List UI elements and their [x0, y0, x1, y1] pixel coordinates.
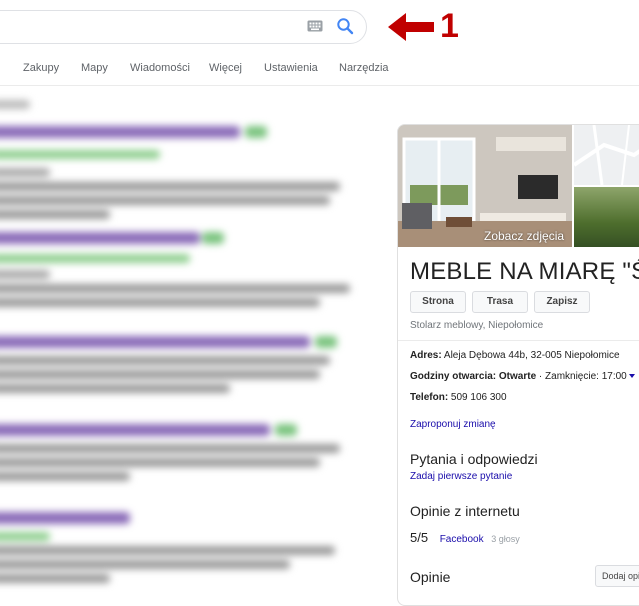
suggest-edit-link[interactable]: Zaproponuj zmianę [410, 419, 496, 430]
hours-close[interactable]: · Zamknięcie: 17:00 [536, 371, 627, 382]
blurred-search-results [0, 92, 375, 592]
hours-label: Godziny otwarcia: [410, 371, 497, 382]
ask-question-link[interactable]: Zadaj pierwsze pytanie [410, 471, 512, 482]
phone-label: Telefon: [410, 392, 449, 403]
tab-mapy[interactable]: Mapy [81, 62, 108, 74]
web-reviews-heading: Opinie z internetu [410, 503, 520, 519]
tab-ustawienia[interactable]: Ustawienia [264, 62, 318, 74]
tabs-divider [0, 85, 639, 86]
hours-row: Godziny otwarcia: Otwarte · Zamknięcie: … [410, 371, 635, 382]
tab-zakupy[interactable]: Zakupy [23, 62, 59, 74]
map-illustration [572, 125, 639, 186]
divider [398, 340, 639, 341]
knowledge-panel: Zobacz zdjęcia MEBLE NA MIARĘ "ŚL Strona… [397, 124, 639, 606]
address-value[interactable]: Aleja Dębowa 44b, 32-005 Niepołomice [442, 350, 620, 361]
facebook-link[interactable]: Facebook [440, 534, 484, 545]
save-button[interactable]: Zapisz [534, 291, 590, 313]
tab-wiadomosci[interactable]: Wiadomości [130, 62, 190, 74]
business-title: MEBLE NA MIARĘ "ŚL [410, 258, 639, 285]
chevron-down-icon[interactable] [628, 374, 635, 379]
add-review-button[interactable]: Dodaj opi [595, 565, 639, 587]
reviews-heading: Opinie [410, 569, 451, 585]
tab-narzedzia[interactable]: Narzędzia [339, 62, 389, 74]
web-rating: 5/5 [410, 530, 429, 545]
directions-button[interactable]: Trasa [472, 291, 528, 313]
keyboard-icon[interactable] [307, 20, 323, 32]
business-category: Stolarz meblowy, Niepołomice [410, 320, 544, 331]
see-photos-label[interactable]: Zobacz zdjęcia [484, 229, 564, 243]
phone-row: Telefon: 509 106 300 [410, 392, 507, 403]
tab-wiecej[interactable]: Więcej [209, 62, 242, 74]
exterior-photo[interactable] [574, 187, 639, 247]
search-icon[interactable] [336, 17, 354, 35]
address-row: Adres: Aleja Dębowa 44b, 32-005 Niepołom… [410, 350, 620, 361]
phone-value[interactable]: 509 106 300 [448, 392, 507, 403]
web-review-row: 5/5 Facebook 3 głosy [410, 530, 520, 545]
website-button[interactable]: Strona [410, 291, 466, 313]
vote-count: 3 głosy [491, 534, 520, 544]
qa-heading: Pytania i odpowiedzi [410, 451, 538, 467]
annotation-arrow-icon [388, 13, 434, 41]
address-label: Adres: [410, 350, 442, 361]
hours-status: Otwarte [496, 371, 537, 382]
map-thumbnail[interactable] [572, 125, 639, 186]
annotation-number: 1 [440, 7, 459, 45]
